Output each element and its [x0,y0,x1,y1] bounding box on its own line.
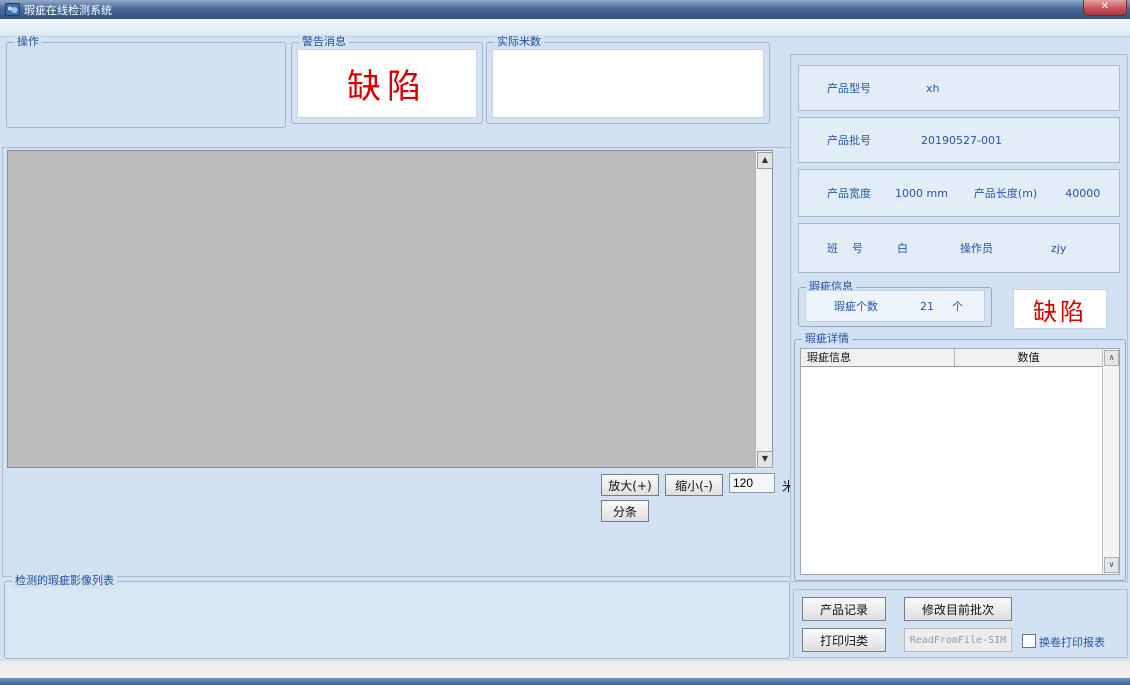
basic-info-tab-page: 产品型号 xh 产品批号 20190527-001 产品宽度 1000 mm 产… [790,54,1128,582]
thumbnail-group-label: 检测的瑕疵影像列表 [12,574,117,588]
app-icon [5,3,20,16]
table-header-value: 数值 [955,349,1102,366]
product-model-row: 产品型号 xh [798,65,1120,111]
scatter-plot-region: ▲ ▼ [7,150,773,468]
table-scrollbar[interactable]: ∧ ∨ [1102,349,1119,574]
defect-status-badge: 缺陷 [1013,289,1107,329]
roll-print-checkbox-label[interactable]: 换卷打印报表 [1039,634,1105,650]
defect-summary-group: 瑕疵信息 瑕疵个数 21 个 [798,287,992,327]
thumbnail-group: 检测的瑕疵影像列表 [4,581,790,659]
defect-count-label: 瑕疵个数 [834,298,878,314]
print-classify-button[interactable]: 打印归类 [802,628,886,652]
shift-label: 班 号 [827,240,863,256]
product-size-row: 产品宽度 1000 mm 产品长度(m) 40000 [798,169,1120,217]
operator-label: 操作员 [960,240,993,256]
meters-per-screen-input[interactable] [729,473,775,493]
meters-box [492,49,764,118]
split-strips-button[interactable]: 分条 [601,500,649,522]
menu-bar [0,19,1130,37]
scroll-down-icon[interactable]: ▼ [757,451,773,468]
shift-operator-row: 班 号 白 操作员 zjy [798,223,1120,273]
roll-print-checkbox[interactable] [1022,634,1036,648]
table-scroll-down-icon[interactable]: ∨ [1104,557,1119,573]
warning-group: 警告消息 缺陷 [291,42,483,124]
defect-count-box: 瑕疵个数 21 个 [805,290,985,322]
product-width-label: 产品宽度 [827,185,871,201]
table-header-info: 瑕疵信息 [801,349,955,366]
defect-count-unit: 个 [952,298,963,314]
close-button[interactable]: ✕ [1083,0,1127,16]
zoom-out-button[interactable]: 缩小(-) [665,474,723,496]
status-bar [0,661,1130,678]
taskbar-sliver [0,678,1130,685]
product-model-value: xh [926,82,939,95]
window-title: 瑕疵在线检测系统 [24,2,112,18]
actions-panel: 产品记录 修改目前批次 打印归类 ReadFromFile-SIM 换卷打印报表 [793,589,1128,658]
plot-vertical-scrollbar[interactable]: ▲ ▼ [755,151,772,469]
operation-group: 操作 [6,42,286,128]
defect-detail-group-label: 瑕疵详情 [802,332,852,346]
warning-message: 缺陷 [347,59,427,108]
product-model-label: 产品型号 [827,80,871,96]
warning-box: 缺陷 [297,49,477,118]
zoom-in-button[interactable]: 放大(+) [601,474,659,496]
modify-batch-button[interactable]: 修改目前批次 [904,597,1012,621]
product-record-button[interactable]: 产品记录 [802,597,886,621]
distribution-tab-page: ▲ ▼ 放大(+) 缩小(-) 米 分条 [2,147,792,577]
operation-group-label: 操作 [14,35,42,49]
meters-group-label: 实际米数 [494,35,544,49]
product-batch-label: 产品批号 [827,132,871,148]
shift-value: 白 [897,240,908,256]
defect-count-value: 21 [920,300,934,313]
scroll-up-icon[interactable]: ▲ [757,152,773,169]
table-header-row: 瑕疵信息 数值 [801,349,1102,367]
product-length-value: 40000 [1065,187,1100,200]
operator-value: zjy [1051,242,1066,255]
table-scroll-up-icon[interactable]: ∧ [1104,350,1119,366]
product-batch-value: 20190527-001 [921,134,1002,147]
product-width-value: 1000 mm [895,187,948,200]
warning-group-label: 警告消息 [299,35,349,49]
product-length-label: 产品长度(m) [974,185,1037,201]
title-bar: 瑕疵在线检测系统 ✕ [0,0,1130,19]
defect-detail-table: 瑕疵信息 数值 ∧ ∨ [800,348,1120,575]
product-batch-row: 产品批号 20190527-001 [798,117,1120,163]
meters-group: 实际米数 [486,42,770,124]
defect-detail-group: 瑕疵详情 瑕疵信息 数值 ∧ ∨ [794,339,1126,581]
read-from-file-button[interactable]: ReadFromFile-SIM [904,628,1012,652]
